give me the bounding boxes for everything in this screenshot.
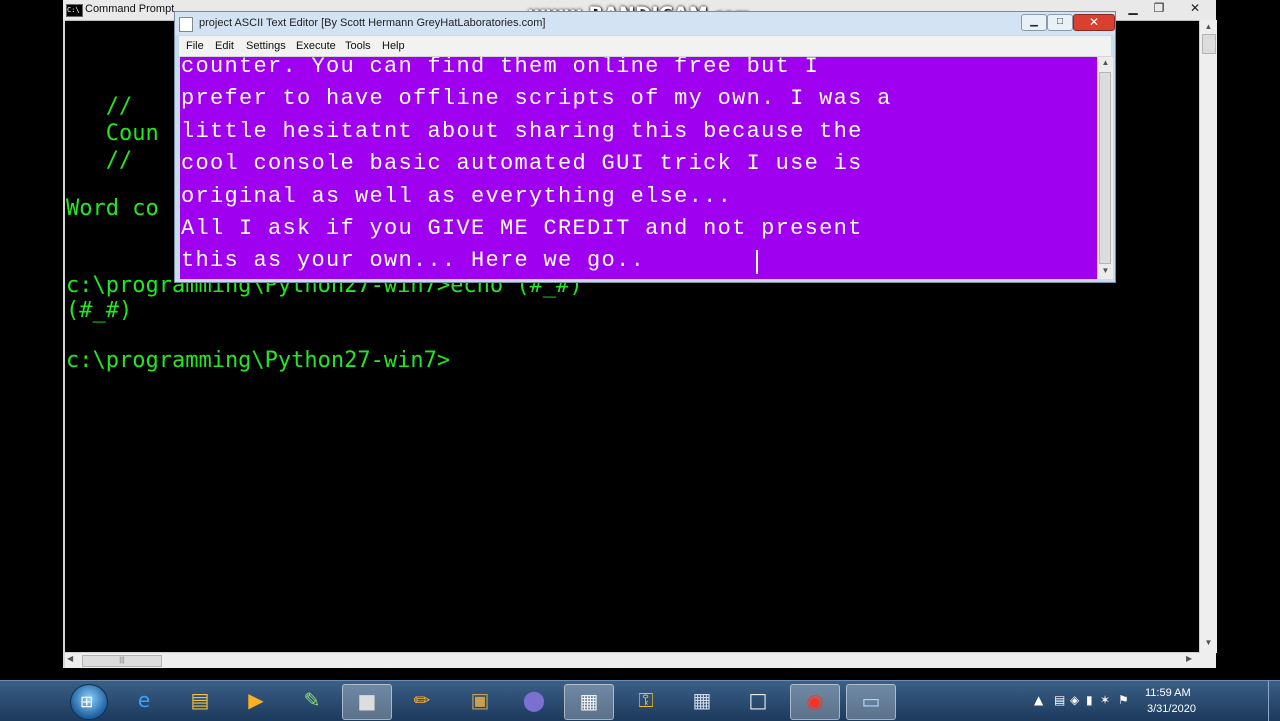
menu-edit[interactable]: Edit — [215, 40, 234, 52]
taskbar-item[interactable]: ✏ — [398, 684, 446, 718]
cmd-minimize-button[interactable]: ▁ — [1120, 0, 1146, 17]
console-line: // — [66, 94, 133, 119]
calculator-icon: ▦ — [692, 688, 712, 712]
action-center-icon[interactable]: ▤ — [1054, 693, 1065, 707]
taskbar-item[interactable]: ✎ — [288, 684, 336, 718]
media-player-icon: ▶ — [248, 688, 264, 712]
show-hidden-icons-icon[interactable]: ▲ — [1034, 693, 1043, 707]
text-editor-window: project ASCII Text Editor [By Scott Herm… — [174, 11, 1116, 283]
taskbar-item[interactable]: ▦ — [678, 684, 726, 718]
taskbar-item[interactable]: e — [120, 684, 168, 718]
command-prompt-icon: ■ — [357, 689, 377, 713]
taskbar: ⊞ e ▤ ▶ ✎ ■ ✏ ▣ ⬤ ▦ ⚿ ▦ □ ◉ ▭ ▲ ▤ ◈ ▮ ✶ ⚑ 11:59 AM 3/… — [0, 680, 1280, 721]
editor-titlebar[interactable]: project ASCII Text Editor [By Scott Herm… — [175, 12, 1115, 35]
editor-minimize-button[interactable]: ▁ — [1021, 14, 1047, 31]
editor-line: cool console basic automated GUI trick I… — [181, 151, 863, 176]
windows-logo-icon: ⊞ — [80, 694, 94, 711]
internet-explorer-icon: e — [137, 688, 151, 712]
scroll-up-arrow-icon[interactable]: ▲ — [1200, 22, 1217, 32]
console-line: (#_#) — [66, 298, 133, 323]
scroll-left-arrow-icon[interactable]: ◀ — [67, 654, 73, 663]
document-icon: □ — [748, 688, 768, 712]
file-explorer-icon: ▤ — [190, 688, 210, 712]
molecule-app-icon: ⬤ — [522, 688, 546, 712]
cmd-close-button[interactable]: ✕ — [1175, 0, 1215, 17]
taskbar-item[interactable]: ▦ — [564, 684, 614, 720]
start-button[interactable]: ⊞ — [70, 684, 108, 720]
menu-settings[interactable]: Settings — [246, 40, 286, 52]
editor-line: original as well as everything else... — [181, 184, 733, 209]
taskbar-item[interactable]: ▤ — [176, 684, 224, 718]
menu-execute[interactable]: Execute — [296, 40, 336, 52]
cmd-scroll-corner — [1199, 653, 1216, 668]
cmd-vscroll-thumb[interactable] — [1202, 34, 1216, 54]
menu-tools[interactable]: Tools — [345, 40, 371, 52]
cmd-window-title: Command Prompt — [85, 3, 175, 15]
taskbar-item[interactable]: ▣ — [456, 684, 504, 718]
console-line: Word co — [66, 196, 159, 221]
console-line: Coun — [66, 121, 159, 146]
clock-time[interactable]: 11:59 AM — [1145, 687, 1191, 699]
console-prompt[interactable]: c:\programming\Python27-win7> — [66, 348, 450, 374]
clock-date[interactable]: 3/31/2020 — [1147, 703, 1196, 715]
notepad-icon: ✎ — [303, 688, 321, 712]
scroll-right-arrow-icon[interactable]: ▶ — [1186, 654, 1192, 663]
pencil-tool-icon: ✏ — [413, 688, 431, 712]
taskbar-item[interactable]: ⬤ — [510, 684, 558, 718]
editor-line: counter. You can find them online free b… — [181, 57, 820, 79]
system-tray: ▲ ▤ ◈ ▮ ✶ ⚑ 11:59 AM 3/31/2020 — [1030, 681, 1280, 721]
network-icon[interactable]: ◈ — [1070, 693, 1079, 707]
taskbar-item[interactable]: ⚿ — [622, 684, 670, 718]
editor-window-title: project ASCII Text Editor [By Scott Herm… — [199, 17, 546, 29]
show-desktop-button[interactable] — [1268, 681, 1280, 721]
cmd-hscroll-thumb[interactable]: ||| — [82, 655, 162, 667]
editor-line: little hesitatnt about sharing this beca… — [181, 119, 863, 144]
editor-vscroll-thumb[interactable] — [1099, 72, 1111, 264]
editor-text-area[interactable]: counter. You can find them online free b… — [180, 57, 1097, 279]
window-app-icon: ▭ — [861, 689, 881, 713]
dosbox-icon: ▣ — [470, 688, 490, 712]
scroll-down-arrow-icon[interactable]: ▼ — [1200, 638, 1217, 648]
editor-menubar: File Edit Settings Execute Tools Help — [179, 36, 1111, 57]
taskbar-item[interactable]: ◉ — [790, 684, 840, 720]
taskbar-item[interactable]: ■ — [342, 684, 392, 720]
editor-line: prefer to have offline scripts of my own… — [181, 86, 892, 111]
editor-close-button[interactable]: ✕ — [1073, 14, 1115, 31]
taskbar-item[interactable]: □ — [734, 684, 782, 718]
bandicam-record-icon: ◉ — [806, 689, 824, 713]
menu-help[interactable]: Help — [382, 40, 405, 52]
power-plug-icon[interactable]: ✶ — [1100, 693, 1110, 707]
flag-icon[interactable]: ⚑ — [1118, 693, 1129, 707]
keys-icon: ⚿ — [638, 688, 654, 712]
scroll-up-arrow-icon[interactable]: ▲ — [1098, 58, 1113, 67]
cmd-window-icon: C:\ — [66, 4, 83, 17]
console-line: // — [66, 148, 133, 173]
text-editor-icon: ▦ — [579, 689, 599, 713]
taskbar-item[interactable]: ▶ — [232, 684, 280, 718]
scroll-down-arrow-icon[interactable]: ▼ — [1098, 266, 1113, 275]
cmd-window-border — [63, 20, 65, 668]
cmd-vertical-scrollbar[interactable]: ▲ ▼ — [1199, 20, 1217, 653]
menu-file[interactable]: File — [186, 40, 204, 52]
battery-icon[interactable]: ▮ — [1086, 693, 1093, 707]
editor-vertical-scrollbar[interactable]: ▲ ▼ — [1097, 57, 1113, 279]
text-caret — [756, 250, 758, 274]
taskbar-item[interactable]: ▭ — [846, 684, 896, 720]
editor-maximize-button[interactable]: □ — [1047, 14, 1073, 31]
cmd-restore-button[interactable]: ❐ — [1146, 0, 1172, 17]
editor-line: All I ask if you GIVE ME CREDIT and not … — [181, 216, 863, 241]
editor-window-icon — [179, 17, 193, 32]
cmd-horizontal-scrollbar[interactable]: ◀ ||| ▶ — [65, 652, 1199, 668]
editor-line: this as your own... Here we go.. — [181, 248, 646, 273]
